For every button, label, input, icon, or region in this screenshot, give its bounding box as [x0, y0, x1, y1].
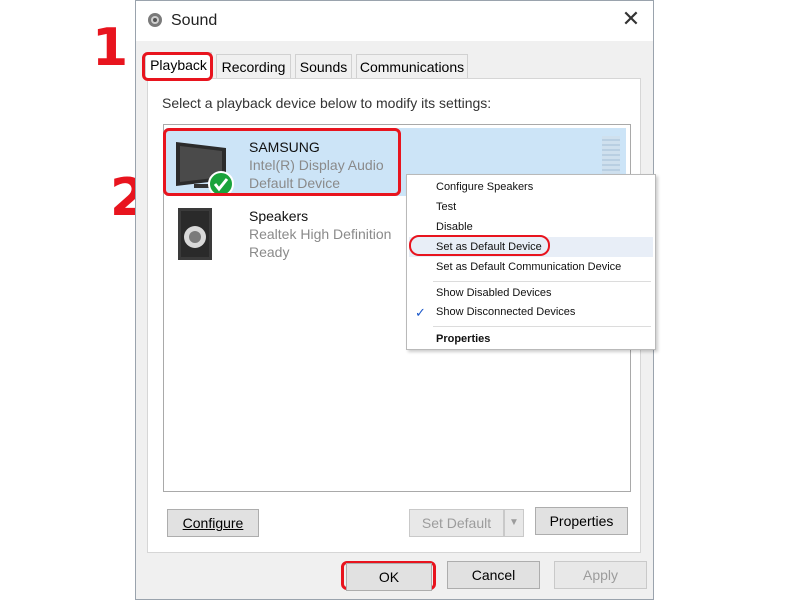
ok-button[interactable]: OK [346, 563, 432, 591]
menu-separator [433, 326, 651, 327]
cancel-button[interactable]: Cancel [447, 561, 540, 589]
configure-label: Configure [182, 515, 244, 531]
speaker-icon [178, 208, 212, 260]
set-default-dropdown[interactable]: ▼ [504, 509, 524, 537]
window-title: Sound [171, 12, 218, 29]
device-name: Speakers [249, 208, 309, 224]
tab-communications[interactable]: Communications [356, 54, 468, 78]
context-menu: Configure Speakers Test Disable Set as D… [406, 174, 656, 350]
highlight-set-default-device [409, 235, 550, 256]
tab-recording[interactable]: Recording [216, 54, 291, 78]
menu-item-properties[interactable]: Properties [436, 333, 490, 345]
menu-item-configure-speakers[interactable]: Configure Speakers [436, 181, 533, 193]
highlight-playback-tab [142, 52, 213, 81]
chevron-down-icon: ▼ [509, 517, 519, 528]
instruction-text: Select a playback device below to modify… [162, 95, 492, 111]
menu-separator [433, 281, 651, 282]
menu-item-show-disconnected[interactable]: Show Disconnected Devices [436, 306, 575, 318]
device-driver: Realtek High Definition [249, 226, 392, 242]
configure-button[interactable]: Configure [167, 509, 259, 537]
set-default-button[interactable]: Set Default [409, 509, 504, 537]
device-status: Ready [249, 244, 290, 260]
apply-button[interactable]: Apply [554, 561, 647, 589]
close-button[interactable]: ✕ [617, 7, 645, 33]
menu-item-disable[interactable]: Disable [436, 221, 473, 233]
annotation-step-1: 1 [92, 18, 129, 78]
checkmark-icon: ✓ [415, 305, 426, 320]
menu-item-test[interactable]: Test [436, 201, 456, 213]
title-bar: Sound ✕ [136, 1, 653, 41]
tab-sounds[interactable]: Sounds [295, 54, 352, 78]
menu-item-show-disabled[interactable]: Show Disabled Devices [436, 287, 552, 299]
highlight-samsung-device [163, 128, 401, 196]
properties-button[interactable]: Properties [535, 507, 628, 535]
speaker-title-icon [148, 13, 162, 27]
menu-item-set-default-communication[interactable]: Set as Default Communication Device [436, 261, 621, 273]
